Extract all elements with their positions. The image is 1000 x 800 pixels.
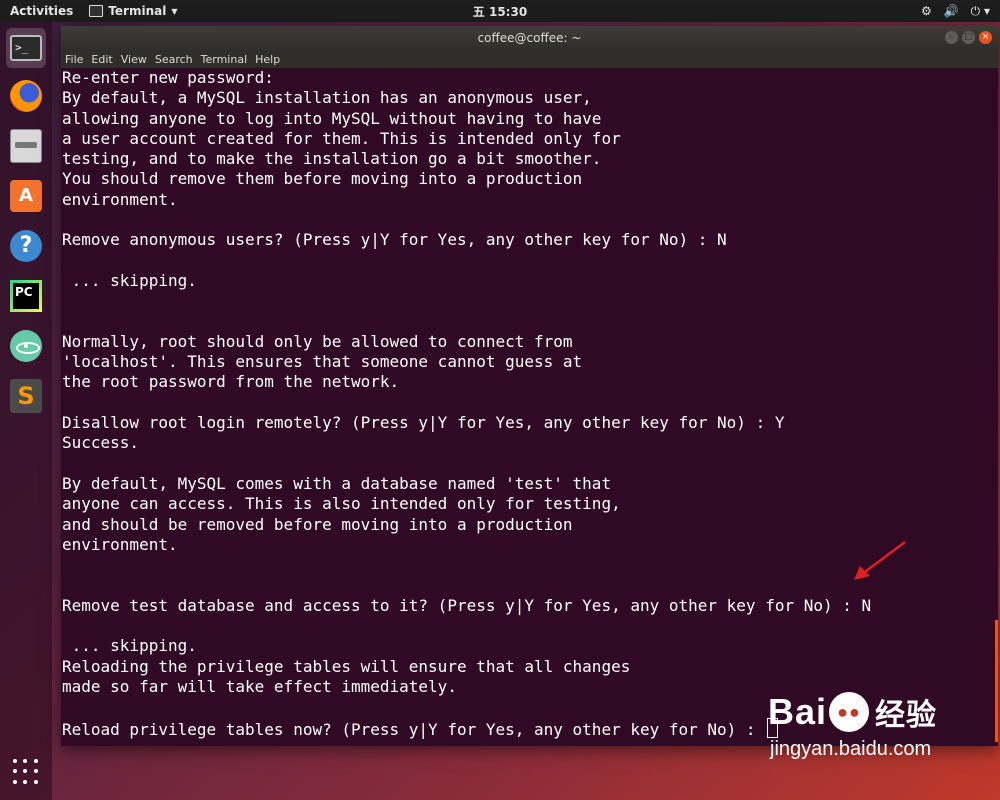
- dock-terminal[interactable]: >_: [6, 28, 46, 68]
- dock: >_ A ? PC: [0, 22, 52, 800]
- terminal-line: Normally, root should only be allowed to…: [62, 331, 573, 351]
- watermark-logo-left: Bai: [768, 691, 828, 732]
- terminal-line: allowing anyone to log into MySQL withou…: [62, 108, 602, 128]
- menu-edit[interactable]: Edit: [91, 53, 112, 66]
- sublime-text-icon: [10, 379, 42, 413]
- terminal-line: ... skipping.: [62, 636, 197, 656]
- app-menu-label: Terminal: [108, 4, 167, 18]
- window-titlebar[interactable]: coffee@coffee: ~ – □ ×: [61, 26, 998, 50]
- power-icon[interactable]: ⏻ ▾: [971, 4, 990, 19]
- show-applications-button[interactable]: [6, 752, 46, 792]
- dock-firefox[interactable]: [6, 76, 46, 116]
- terminal-line: ... skipping.: [62, 270, 197, 290]
- pycharm-icon: PC: [10, 280, 42, 312]
- firefox-icon: [10, 80, 42, 112]
- terminal-line: By default, a MySQL installation has an …: [62, 88, 592, 108]
- terminal-line: By default, MySQL comes with a database …: [62, 473, 612, 493]
- watermark-url: jingyan.baidu.com: [770, 738, 932, 760]
- system-tray[interactable]: ⚙ 🔊 ⏻ ▾: [921, 4, 1000, 19]
- activities-button[interactable]: Activities: [0, 4, 83, 18]
- terminal-line: Remove anonymous users? (Press y|Y for Y…: [62, 230, 727, 250]
- baidu-watermark: Bai ●● 经验 jingyan.baidu.com: [768, 690, 968, 780]
- volume-icon[interactable]: 🔊: [944, 4, 959, 18]
- dock-help[interactable]: ?: [6, 226, 46, 266]
- minimize-button[interactable]: –: [945, 31, 958, 44]
- terminal-window: coffee@coffee: ~ – □ × File Edit View Se…: [61, 26, 998, 746]
- baidu-logo: Bai ●● 经验: [768, 690, 968, 734]
- terminal-line: and should be removed before moving into…: [62, 514, 573, 534]
- dock-atom[interactable]: [6, 326, 46, 366]
- dock-software[interactable]: A: [6, 176, 46, 216]
- scrollbar[interactable]: [995, 620, 998, 742]
- window-title: coffee@coffee: ~: [477, 31, 582, 45]
- terminal-line: the root password from the network.: [62, 372, 400, 392]
- menu-search[interactable]: Search: [155, 53, 193, 66]
- terminal-line: Success.: [62, 433, 140, 453]
- terminal-line: environment.: [62, 189, 178, 209]
- terminal-line: Remove test database and access to it? (…: [62, 595, 872, 615]
- terminal-line: anyone can access. This is also intended…: [62, 494, 621, 514]
- terminal-app-icon: [89, 5, 104, 17]
- dock-pycharm[interactable]: PC: [6, 276, 46, 316]
- terminal-line: You should remove them before moving int…: [62, 169, 583, 189]
- close-button[interactable]: ×: [979, 31, 992, 44]
- terminal-icon: >_: [10, 35, 42, 61]
- terminal-line: a user account created for them. This is…: [62, 128, 621, 148]
- menu-terminal[interactable]: Terminal: [201, 53, 248, 66]
- files-icon: [10, 129, 42, 163]
- menu-bar: File Edit View Search Terminal Help: [61, 50, 998, 68]
- atom-icon: [10, 330, 42, 362]
- top-bar: Activities Terminal ▼ 五 15:30 ⚙ 🔊 ⏻ ▾: [0, 0, 1000, 22]
- menu-view[interactable]: View: [121, 53, 147, 66]
- app-menu[interactable]: Terminal ▼: [89, 4, 178, 18]
- watermark-logo-right: 经验: [875, 699, 938, 732]
- dock-sublime[interactable]: [6, 376, 46, 416]
- help-icon: ?: [10, 230, 42, 262]
- baidu-paw-icon: ●●: [829, 692, 870, 732]
- network-icon[interactable]: ⚙: [921, 4, 932, 18]
- terminal-line: 'localhost'. This ensures that someone c…: [62, 352, 583, 372]
- terminal-line: Disallow root login remotely? (Press y|Y…: [62, 413, 785, 433]
- terminal-line: testing, and to make the installation go…: [62, 149, 602, 169]
- annotation-arrow: [854, 540, 906, 580]
- terminal-output[interactable]: Re-enter new password: By default, a MySQ…: [61, 68, 998, 746]
- terminal-line: Reloading the privilege tables will ensu…: [62, 656, 631, 676]
- chevron-down-icon: ▼: [171, 6, 178, 16]
- terminal-line: Re-enter new password:: [62, 68, 274, 87]
- app-grid-icon: [13, 759, 39, 785]
- software-store-icon: A: [10, 180, 42, 212]
- menu-help[interactable]: Help: [255, 53, 280, 66]
- maximize-button[interactable]: □: [962, 31, 975, 44]
- dock-files[interactable]: [6, 126, 46, 166]
- menu-file[interactable]: File: [65, 53, 83, 66]
